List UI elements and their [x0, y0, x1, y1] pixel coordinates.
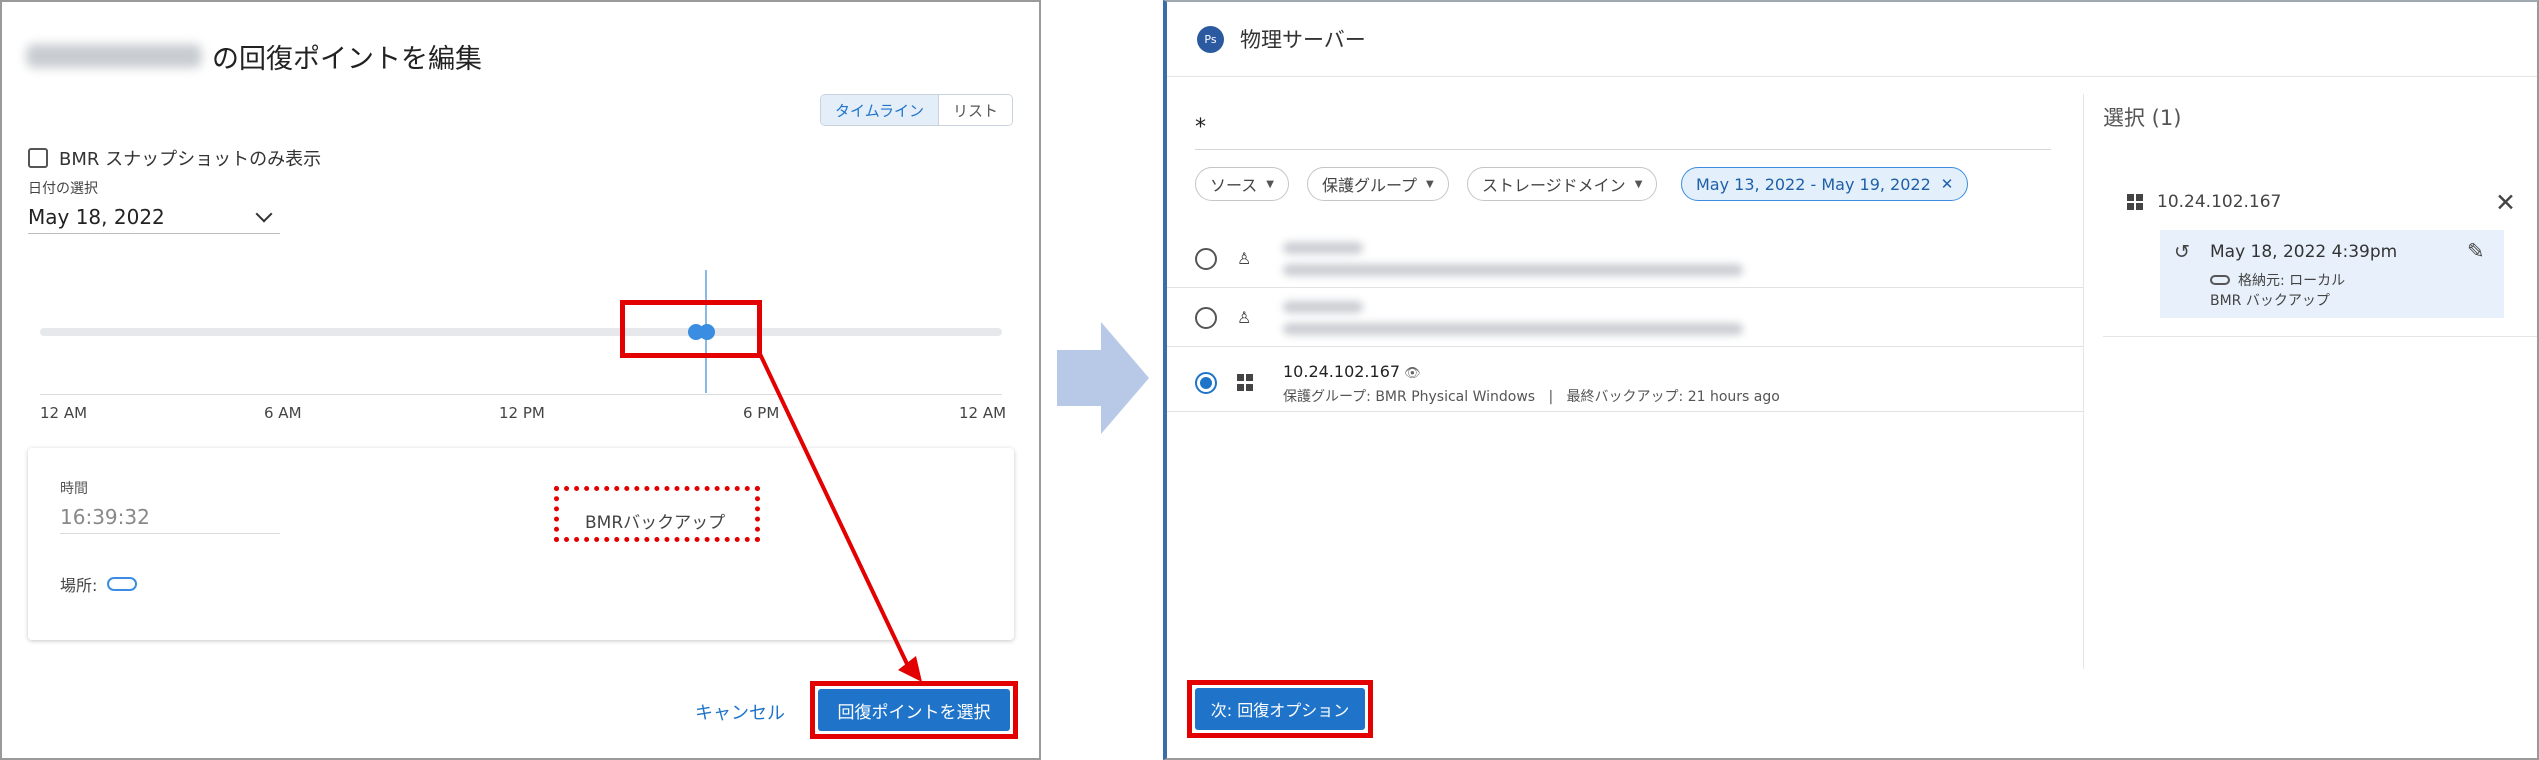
- snapshot-time: May 18, 2022 4:39pm: [2210, 242, 2398, 262]
- server-name-text: 10.24.102.167: [1283, 362, 1401, 381]
- redacted-name: [1283, 301, 1363, 313]
- redacted-details: [1283, 264, 1743, 276]
- edit-recovery-point-dialog: の回復ポイントを編集 タイムライン リスト BMR スナップショットのみ表示 日…: [0, 0, 1041, 760]
- filter-protection-group-label: 保護グループ: [1322, 176, 1418, 195]
- redacted-name: [1283, 242, 1363, 254]
- server-row[interactable]: 10.24.102.167 👁 保護グループ: BMR Physical Wind…: [1167, 354, 2083, 412]
- selected-host: 10.24.102.167: [2127, 192, 2281, 212]
- search-input[interactable]: [1195, 106, 2051, 150]
- snapshot-backup-type: BMR バックアップ: [2210, 293, 2330, 309]
- detail-separator: |: [1539, 389, 1563, 405]
- filter-date-range-label: May 13, 2022 - May 19, 2022: [1696, 174, 1931, 194]
- snapshot-storage: 格納元: ローカル: [2210, 270, 2345, 290]
- server-details: 保護グループ: BMR Physical Windows | 最終バックアップ:…: [1283, 386, 1780, 406]
- column-divider: [2083, 94, 2084, 669]
- server-radio[interactable]: [1195, 307, 1217, 329]
- filter-storage-domain[interactable]: ストレージドメイン ▼: [1467, 167, 1658, 201]
- selected-snapshot-card: ↺ May 18, 2022 4:39pm 格納元: ローカル BMR バックア…: [2160, 230, 2504, 318]
- server-radio[interactable]: [1195, 248, 1217, 270]
- last-backup-text: 最終バックアップ: 21 hours ago: [1566, 389, 1780, 405]
- highlight-next-button: [1187, 680, 1373, 738]
- selection-divider: [2103, 336, 2537, 337]
- eye-icon[interactable]: 👁: [1404, 366, 1421, 381]
- caret-down-icon: ▼: [1426, 178, 1434, 190]
- server-radio-selected[interactable]: [1195, 372, 1217, 394]
- redacted-details: [1283, 323, 1743, 335]
- flow-arrow: [1057, 350, 1101, 406]
- close-icon[interactable]: ✕: [1941, 175, 1954, 193]
- history-icon: ↺: [2174, 241, 2190, 263]
- close-icon[interactable]: ✕: [2495, 188, 2516, 217]
- local-storage-icon: [2210, 275, 2230, 285]
- selection-title: 選択 (1): [2103, 106, 2182, 130]
- snapshot-storage-text: 格納元: ローカル: [2238, 273, 2346, 289]
- protection-group-text: 保護グループ: BMR Physical Windows: [1283, 389, 1536, 405]
- selected-host-name: 10.24.102.167: [2157, 192, 2282, 212]
- windows-icon: [1237, 374, 1255, 392]
- dialog-title: 物理サーバー: [1240, 28, 1366, 52]
- pencil-icon[interactable]: ✎: [2467, 239, 2485, 263]
- physical-server-icon: Ps: [1197, 25, 1224, 53]
- filter-source-label: ソース: [1210, 176, 1258, 195]
- red-pointer-arrow: [758, 353, 922, 682]
- linux-icon: ♙: [1237, 249, 1252, 268]
- server-row[interactable]: ♙: [1167, 289, 2083, 347]
- filter-protection-group[interactable]: 保護グループ ▼: [1307, 167, 1449, 201]
- linux-icon: ♙: [1237, 308, 1252, 327]
- caret-down-icon: ▼: [1634, 178, 1643, 190]
- server-row[interactable]: ♙: [1167, 230, 2083, 288]
- filter-date-range[interactable]: May 13, 2022 - May 19, 2022 ✕: [1681, 167, 1969, 201]
- caret-down-icon: ▼: [1266, 178, 1274, 190]
- windows-icon: [2127, 194, 2143, 210]
- header-divider: [1167, 76, 2537, 77]
- physical-server-dialog: Ps 物理サーバー ソース ▼ 保護グループ ▼ ストレージドメイン ▼ May 13…: [1163, 0, 2539, 760]
- dialog-header: Ps 物理サーバー: [1197, 24, 1366, 54]
- flow-arrow-head: [1101, 322, 1149, 434]
- filter-source[interactable]: ソース ▼: [1195, 167, 1289, 201]
- server-name: 10.24.102.167 👁: [1283, 362, 1421, 381]
- cancel-button[interactable]: キャンセル: [695, 699, 785, 725]
- filter-storage-domain-label: ストレージドメイン: [1482, 176, 1626, 195]
